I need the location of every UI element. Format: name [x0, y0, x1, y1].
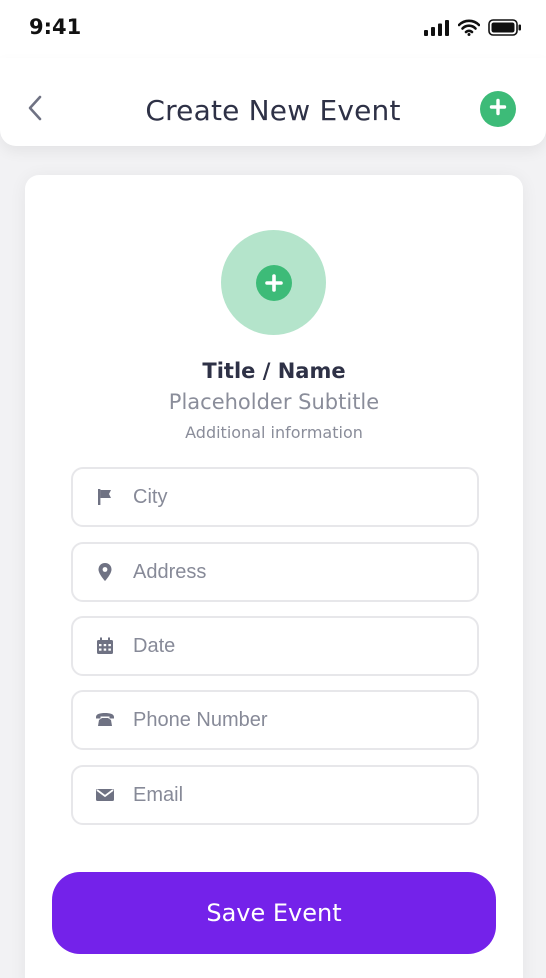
wifi-icon — [457, 19, 481, 41]
status-time: 9:41 — [29, 15, 82, 39]
save-event-button[interactable]: Save Event — [52, 872, 496, 954]
plus-circle-icon — [255, 264, 292, 301]
status-icons — [424, 19, 522, 41]
add-button[interactable] — [480, 91, 516, 127]
phone-icon — [95, 710, 115, 730]
email-field[interactable] — [71, 765, 479, 825]
profile-subtitle: Placeholder Subtitle — [168, 390, 380, 414]
city-input[interactable] — [133, 469, 463, 525]
calendar-icon — [95, 636, 115, 656]
profile-info: Additional information — [185, 423, 363, 442]
email-input[interactable] — [133, 767, 463, 823]
profile-title: Title / Name — [202, 359, 346, 383]
date-field[interactable] — [71, 616, 479, 676]
signal-icon — [424, 19, 450, 41]
address-field[interactable] — [71, 542, 479, 602]
avatar-upload[interactable] — [221, 230, 326, 335]
status-bar: 9:41 — [0, 0, 546, 58]
phone-field[interactable] — [71, 690, 479, 750]
page-title: Create New Event — [145, 94, 401, 127]
flag-icon — [95, 487, 115, 507]
mail-icon — [95, 785, 115, 805]
phone-input[interactable] — [133, 692, 463, 748]
plus-icon — [489, 98, 507, 121]
address-input[interactable] — [133, 544, 463, 600]
map-pin-icon — [95, 562, 115, 582]
app-header: Create New Event — [0, 58, 546, 146]
city-field[interactable] — [71, 467, 479, 527]
battery-icon — [488, 19, 522, 41]
date-input[interactable] — [133, 618, 463, 674]
event-form-card: Title / Name Placeholder Subtitle Additi… — [25, 175, 523, 978]
